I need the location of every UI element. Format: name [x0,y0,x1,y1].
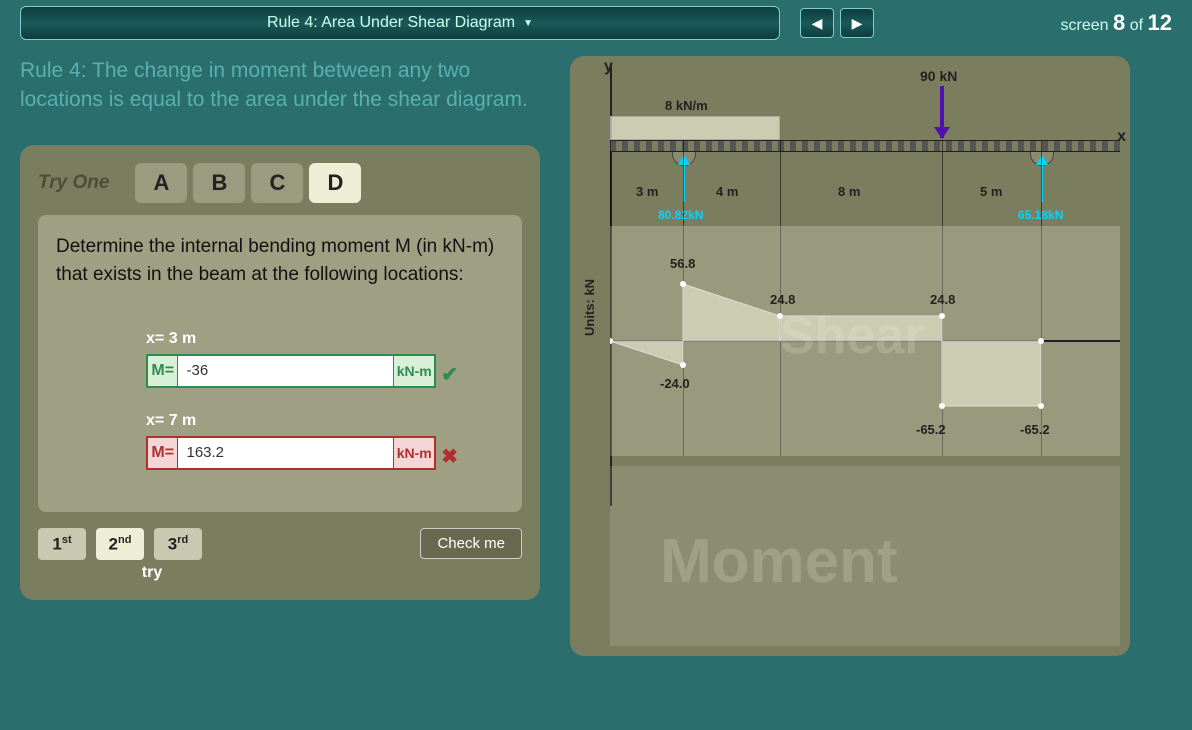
shear-value: -24.0 [660,376,690,391]
check-me-button[interactable]: Check me [420,528,522,559]
distributed-load [610,116,780,140]
caret-down-icon: ▼ [523,18,533,29]
title-text: Rule 4: Area Under Shear Diagram [267,14,515,32]
unit-label: kN-m [393,356,434,386]
option-a-button[interactable]: A [135,163,187,203]
moment-watermark: Moment [660,526,898,597]
reaction-label-left: 80.82kN [658,208,703,222]
unit-label: kN-m [393,438,434,468]
try-1-button[interactable]: 1st [38,528,86,561]
option-b-button[interactable]: B [193,163,245,203]
title-dropdown[interactable]: Rule 4: Area Under Shear Diagram ▼ [20,6,780,40]
units-label: Units: kN [582,279,597,336]
segment-3-label: 8 m [838,184,860,199]
moment-input-1[interactable] [178,356,393,386]
m-symbol: M= [148,356,178,386]
beam [610,140,1120,152]
arrow-left-icon: ◀ [812,15,823,32]
m-symbol: M= [148,438,178,468]
check-icon: ✔ [441,362,458,387]
shear-value: 24.8 [930,292,955,307]
shear-value: 24.8 [770,292,795,307]
segment-4-label: 5 m [980,184,1002,199]
try-label: try [102,564,202,582]
try-3-button[interactable]: 3rd [154,528,202,561]
shear-value: 56.8 [670,256,695,271]
prev-button[interactable]: ◀ [800,8,834,38]
arrow-right-icon: ▶ [852,15,863,32]
input-row-1: M= kN-m ✔ [146,354,436,388]
try-one-label: Try One [38,172,109,194]
segment-1-label: 3 m [636,184,658,199]
shear-watermark: Shear [780,306,925,366]
segment-2-label: 4 m [716,184,738,199]
moment-input-2[interactable] [178,438,393,468]
screen-counter: screen 8 of 12 [1061,10,1172,36]
cross-icon: ✖ [441,444,458,469]
option-d-button[interactable]: D [309,163,361,203]
question-text: Determine the internal bending moment M … [56,233,504,290]
distributed-load-label: 8 kN/m [665,98,708,113]
diagram-canvas: y x 8 kN/m 90 kN 80.82kN 65.18kN 3 m 4 m… [570,56,1130,656]
option-c-button[interactable]: C [251,163,303,203]
input-row-2: M= kN-m ✖ [146,436,436,470]
try-2-button[interactable]: 2nd [96,528,144,561]
next-button[interactable]: ▶ [840,8,874,38]
shear-value: -65.2 [916,422,946,437]
point-load-arrow-icon [940,86,944,138]
point-load-label: 90 kN [920,68,957,84]
try-one-panel: Try One A B C D Determine the internal b… [20,145,540,601]
x-label-2: x= 7 m [146,412,504,430]
x-label-1: x= 3 m [146,330,504,348]
rule-statement: Rule 4: The change in moment between any… [20,56,540,115]
shear-value: -65.2 [1020,422,1050,437]
